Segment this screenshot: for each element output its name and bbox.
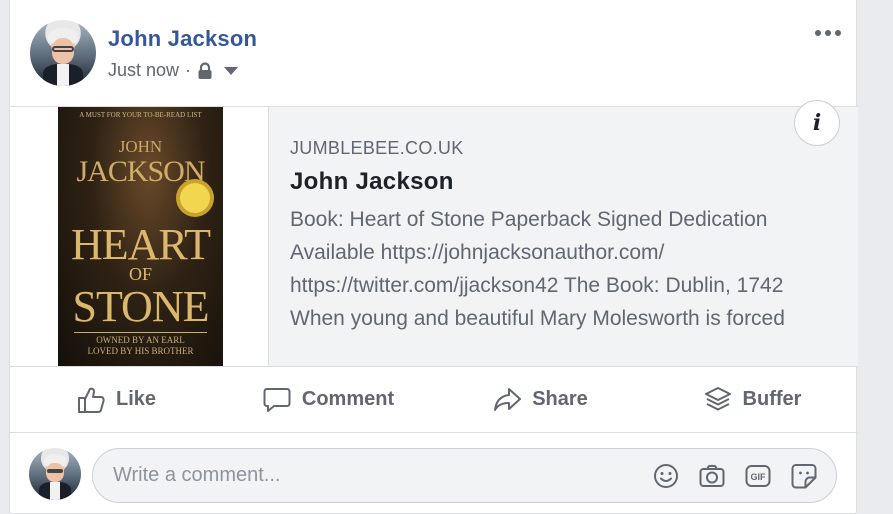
camera-icon[interactable] bbox=[698, 462, 726, 490]
comment-icon bbox=[263, 387, 291, 412]
share-label: Share bbox=[532, 388, 588, 410]
buffer-label: Buffer bbox=[742, 388, 802, 410]
description-line: Book: Heart of Stone Paperback Signed De… bbox=[290, 208, 768, 231]
book-cover-image: A MUST FOR YOUR TO-BE-READ LIST JOHN JAC… bbox=[58, 107, 223, 366]
more-options-icon[interactable] bbox=[813, 24, 843, 42]
buffer-button[interactable]: Buffer bbox=[646, 367, 858, 432]
comment-label: Comment bbox=[301, 388, 395, 410]
comment-button[interactable]: Comment bbox=[222, 367, 434, 432]
comment-tools: GIF bbox=[652, 462, 818, 490]
caret-down-icon[interactable] bbox=[223, 66, 239, 76]
post-card: John Jackson Just now · A MUST FOR YOUR … bbox=[9, 0, 858, 514]
comment-composer[interactable]: GIF bbox=[92, 448, 837, 503]
svg-text:GIF: GIF bbox=[751, 472, 767, 482]
like-button[interactable]: Like bbox=[10, 367, 222, 432]
book-tagline: OWNED BY AN EARL LOVED BY HIS BROTHER bbox=[87, 335, 194, 356]
book-title-line1: HEART bbox=[70, 220, 211, 269]
commenter-avatar[interactable] bbox=[29, 448, 81, 500]
description-line: When young and beautiful Mary Molesworth… bbox=[290, 307, 785, 330]
book-title-line2: STONE bbox=[72, 282, 210, 331]
comment-input[interactable] bbox=[113, 449, 633, 502]
action-bar: Like Comment Share Buffer bbox=[10, 367, 858, 433]
book-blurb: A MUST FOR YOUR TO-BE-READ LIST bbox=[79, 111, 202, 119]
info-icon[interactable]: i bbox=[794, 100, 840, 146]
description-line: Available https://johnjacksonauthor.com/ bbox=[290, 241, 665, 264]
preview-title[interactable]: John Jackson bbox=[290, 168, 454, 196]
book-divider bbox=[74, 332, 207, 333]
preview-description: Book: Heart of Stone Paperback Signed De… bbox=[290, 203, 845, 335]
sticker-icon[interactable] bbox=[790, 462, 818, 490]
share-icon bbox=[494, 387, 522, 411]
link-preview[interactable]: A MUST FOR YOUR TO-BE-READ LIST JOHN JAC… bbox=[10, 100, 858, 367]
like-label: Like bbox=[115, 388, 157, 410]
description-line: https://twitter.com/jjackson42 The Book:… bbox=[290, 274, 784, 297]
award-seal-icon bbox=[176, 179, 214, 217]
thumbs-up-icon bbox=[77, 387, 105, 413]
book-author-first: JOHN bbox=[118, 137, 163, 156]
buffer-stack-icon bbox=[704, 386, 731, 410]
post-timestamp[interactable]: Just now bbox=[108, 60, 179, 81]
emoji-icon[interactable] bbox=[652, 462, 680, 490]
preview-domain: JUMBLEBEE.CO.UK bbox=[290, 138, 464, 158]
lock-icon bbox=[198, 61, 212, 79]
gif-icon[interactable]: GIF bbox=[744, 462, 772, 490]
post-meta: Just now · bbox=[108, 60, 239, 81]
meta-separator: · bbox=[185, 60, 192, 80]
preview-thumbnail[interactable]: A MUST FOR YOUR TO-BE-READ LIST JOHN JAC… bbox=[10, 107, 269, 366]
author-name-link[interactable]: John Jackson bbox=[108, 26, 257, 52]
share-button[interactable]: Share bbox=[434, 367, 646, 432]
author-avatar[interactable] bbox=[30, 20, 96, 86]
